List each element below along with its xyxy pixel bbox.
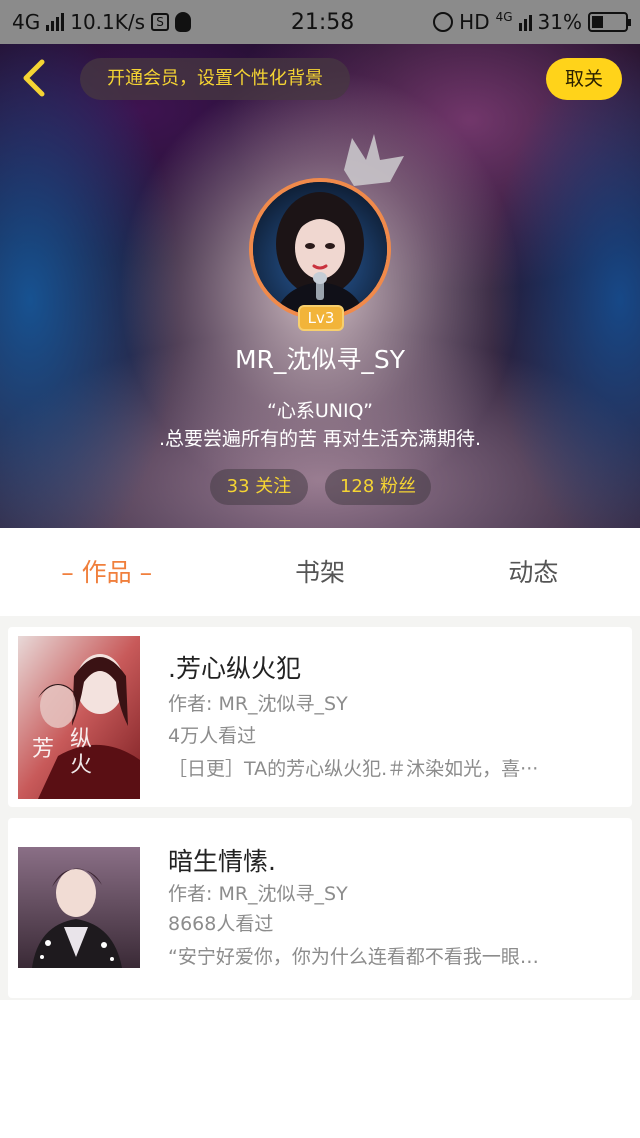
svg-text:纵: 纵 (70, 727, 92, 752)
hd-indicator: HD (459, 10, 490, 34)
back-button[interactable] (16, 56, 56, 100)
chevron-left-icon (23, 59, 45, 97)
work-title: 暗生情愫. (168, 847, 276, 876)
alarm-icon (433, 12, 454, 32)
signal-icon-2 (518, 13, 532, 31)
signature-line-2: .总要尝遍所有的苦 再对生活充满期待. (158, 428, 482, 450)
work-card[interactable]: 暗生情愫. 作者: MR_沈似寻_SY 8668人看过 “安宁好爱你，你为什么连… (8, 818, 632, 998)
work-author: 作者: MR_沈似寻_SY (168, 883, 348, 905)
tab-activity[interactable]: 动态 (427, 528, 640, 616)
profile-tabs: – 作品 – 书架 动态 (0, 528, 640, 616)
small-network-type: 4G (495, 10, 513, 24)
battery-icon (588, 12, 631, 32)
work-description: “安宁好爱你，你为什么连看都不看我一眼… (168, 946, 539, 968)
following-count-button[interactable]: 33 关注 (210, 469, 308, 505)
qq-icon (175, 12, 192, 32)
work-description: ［日更］TA的芳心纵火犯.＃沐染如光，喜··· (168, 758, 539, 780)
level-badge: Lv3 (298, 305, 344, 331)
signal-icon (46, 13, 65, 31)
work-title: .芳心纵火犯 (168, 654, 301, 683)
network-type: 4G (12, 10, 41, 34)
avatar-image (253, 182, 387, 316)
signature-line-1: “心系UNIQ” (266, 400, 374, 422)
svg-text:芳: 芳 (32, 737, 54, 762)
work-views: 8668人看过 (168, 913, 274, 935)
tab-works[interactable]: – 作品 – (0, 528, 213, 616)
work-views: 4万人看过 (168, 725, 257, 747)
work-cover: 芳 纵 火 (18, 636, 140, 799)
clock: 21:58 (290, 9, 355, 35)
tab-bookshelf[interactable]: 书架 (213, 528, 426, 616)
network-speed: 10.1K/s (70, 10, 146, 34)
battery-percent: 31% (537, 10, 582, 34)
book-cover-image: 芳 纵 火 (18, 636, 140, 799)
app-notification-icon: S (151, 13, 170, 31)
work-cover (18, 847, 140, 968)
profile-screen: 4G 10.1K/s S 21:58 HD 4G 31% 开通会员，设置个性化背… (0, 0, 640, 1138)
username: MR_沈似寻_SY (234, 345, 406, 374)
status-bar: 4G 10.1K/s S 21:58 HD 4G 31% (0, 0, 640, 44)
member-background-prompt[interactable]: 开通会员，设置个性化背景 (80, 58, 350, 100)
svg-text:火: 火 (70, 753, 92, 778)
profile-header-background: 4G 10.1K/s S 21:58 HD 4G 31% 开通会员，设置个性化背… (0, 0, 640, 528)
work-author: 作者: MR_沈似寻_SY (168, 693, 348, 715)
avatar[interactable] (249, 178, 391, 320)
fans-count-button[interactable]: 128 粉丝 (325, 469, 431, 505)
unfollow-button[interactable]: 取关 (546, 58, 622, 100)
empty-area (0, 1000, 640, 1138)
book-cover-image (18, 847, 140, 968)
work-card[interactable]: 芳 纵 火 .芳心纵火犯 作者: MR_沈似寻_SY 4万人看过 ［日更］TA的… (8, 627, 632, 807)
